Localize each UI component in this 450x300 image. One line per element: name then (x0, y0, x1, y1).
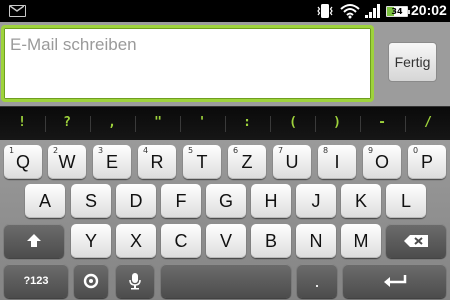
battery-level: 34 (391, 7, 403, 16)
symbols-key-label: ?123 (23, 275, 49, 287)
key-i[interactable]: 8I (318, 145, 356, 179)
separator (225, 116, 226, 132)
separator (180, 116, 181, 132)
key-label: W (58, 151, 76, 172)
separator (315, 116, 316, 132)
separator (45, 116, 46, 132)
key-j[interactable]: J (296, 184, 336, 218)
key-m[interactable]: M (341, 224, 381, 258)
key-c[interactable]: C (161, 224, 201, 258)
key-s[interactable]: S (71, 184, 111, 218)
shift-key[interactable] (4, 224, 64, 258)
status-bar: 34 20:02 (0, 0, 450, 22)
key-alt-label: 8 (323, 146, 329, 155)
key-o[interactable]: 9O (363, 145, 401, 179)
punct-key[interactable]: : (232, 115, 262, 130)
key-label: E (105, 151, 118, 172)
compose-placeholder: E-Mail schreiben (10, 35, 137, 54)
email-compose-field[interactable]: E-Mail schreiben (1, 25, 374, 102)
key-g[interactable]: G (206, 184, 246, 218)
punct-key[interactable]: ( (278, 115, 308, 130)
punct-key[interactable]: / (413, 115, 443, 130)
soft-keyboard: 1Q 2W 3E 4R 5T 6Z 7U 8I 9O 0P A S D F G … (0, 140, 450, 300)
separator (360, 116, 361, 132)
separator (405, 116, 406, 132)
backspace-icon (404, 235, 428, 247)
settings-icon (83, 273, 99, 289)
shift-icon (27, 234, 41, 247)
space-key[interactable] (161, 264, 291, 298)
key-alt-label: 4 (143, 146, 149, 155)
done-button[interactable]: Fertig (388, 42, 437, 82)
separator (270, 116, 271, 132)
separator (90, 116, 91, 132)
symbols-key[interactable]: ?123 (4, 264, 68, 298)
key-label: P (420, 151, 433, 172)
mail-notification-icon[interactable] (9, 5, 26, 17)
key-label: Z (241, 151, 253, 172)
key-b[interactable]: B (251, 224, 291, 258)
voice-input-key[interactable] (116, 264, 154, 298)
key-f[interactable]: F (161, 184, 201, 218)
key-a[interactable]: A (25, 184, 65, 218)
key-w[interactable]: 2W (48, 145, 86, 179)
key-alt-label: 5 (188, 146, 194, 155)
punct-key[interactable]: - (367, 115, 397, 130)
key-label: O (374, 151, 389, 172)
key-alt-label: 3 (98, 146, 104, 155)
key-u[interactable]: 7U (273, 145, 311, 179)
enter-icon (383, 275, 406, 287)
period-key[interactable]: . (297, 264, 337, 298)
punct-key[interactable]: ) (322, 115, 352, 130)
punctuation-suggestion-strip: ! ? , " ' : ( ) - / (0, 106, 450, 140)
settings-key[interactable] (74, 264, 108, 298)
key-label: I (334, 151, 340, 172)
compose-bar: E-Mail schreiben Fertig (0, 22, 450, 106)
key-n[interactable]: N (296, 224, 336, 258)
punct-key[interactable]: ? (52, 115, 82, 130)
key-y[interactable]: Y (71, 224, 111, 258)
vibrate-icon (317, 4, 333, 18)
key-alt-label: 1 (9, 146, 15, 155)
wifi-icon (340, 4, 360, 19)
battery-icon: 34 (386, 6, 410, 17)
key-label: Q (15, 151, 30, 172)
key-alt-label: 0 (413, 146, 419, 155)
key-x[interactable]: X (116, 224, 156, 258)
key-t[interactable]: 5T (183, 145, 221, 179)
clock: 20:02 (411, 2, 447, 18)
key-label: U (285, 151, 299, 172)
key-v[interactable]: V (206, 224, 246, 258)
key-q[interactable]: 1Q (4, 145, 42, 179)
key-k[interactable]: K (341, 184, 381, 218)
key-alt-label: 9 (368, 146, 374, 155)
key-alt-label: 6 (233, 146, 239, 155)
punct-key[interactable]: ! (7, 115, 37, 130)
enter-key[interactable] (343, 264, 446, 298)
key-alt-label: 7 (278, 146, 284, 155)
key-r[interactable]: 4R (138, 145, 176, 179)
signal-strength-icon (365, 4, 380, 18)
key-z[interactable]: 6Z (228, 145, 266, 179)
key-p[interactable]: 0P (408, 145, 446, 179)
key-d[interactable]: D (116, 184, 156, 218)
microphone-icon (129, 273, 141, 290)
key-l[interactable]: L (386, 184, 426, 218)
separator (135, 116, 136, 132)
key-e[interactable]: 3E (93, 145, 131, 179)
punct-key[interactable]: ' (187, 115, 217, 130)
key-label: R (150, 151, 164, 172)
key-alt-label: 2 (53, 146, 59, 155)
key-label: T (196, 151, 208, 172)
key-h[interactable]: H (251, 184, 291, 218)
backspace-key[interactable] (386, 224, 446, 258)
punct-key[interactable]: , (97, 115, 127, 130)
punct-key[interactable]: " (143, 115, 173, 130)
